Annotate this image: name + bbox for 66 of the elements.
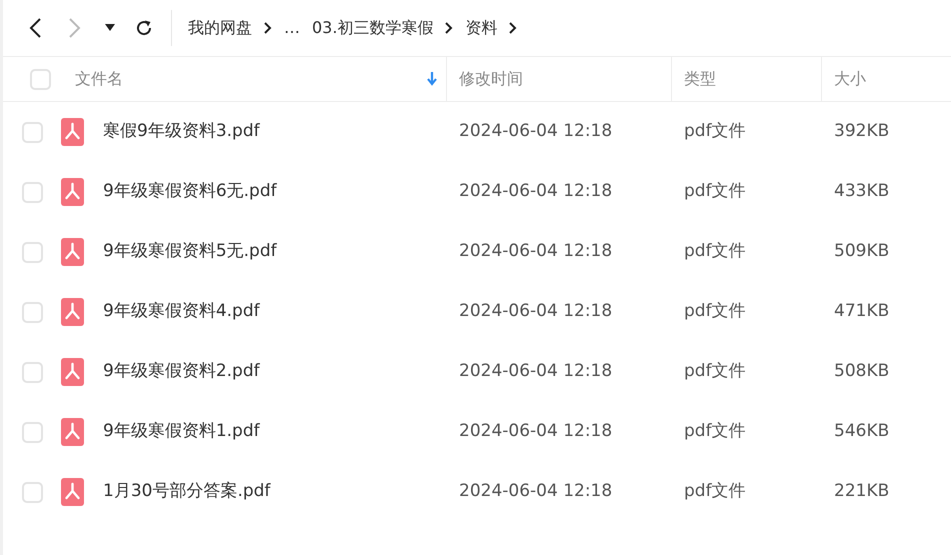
pdf-file-icon <box>61 418 84 446</box>
pdf-file-icon <box>61 298 84 326</box>
pdf-file-icon <box>61 238 84 266</box>
checkbox[interactable] <box>22 302 43 322</box>
refresh-icon[interactable] <box>135 19 153 37</box>
file-name[interactable]: 9年级寒假资料1.pdf <box>103 419 260 445</box>
breadcrumb-item[interactable]: … <box>284 16 300 40</box>
file-name[interactable]: 9年级寒假资料2.pdf <box>103 359 260 385</box>
chevron-right-icon <box>445 22 454 34</box>
file-name[interactable]: 9年级寒假资料6无.pdf <box>103 179 277 205</box>
checkbox[interactable] <box>22 122 43 142</box>
pdf-file-icon <box>61 358 84 386</box>
file-row[interactable]: 9年级寒假资料6无.pdf 2024-06-04 12:18 pdf文件 433KB <box>3 162 951 222</box>
file-size: 392KB <box>833 120 890 144</box>
breadcrumb-item[interactable]: 03.初三数学寒假 <box>312 16 434 40</box>
file-size: 546KB <box>833 420 890 444</box>
modified-time: 2024-06-04 12:18 <box>458 360 614 384</box>
chevron-right-icon <box>509 22 518 34</box>
file-type: pdf文件 <box>683 180 747 204</box>
file-row[interactable]: 9年级寒假资料4.pdf 2024-06-04 12:18 pdf文件 471KB <box>3 282 951 342</box>
modified-time: 2024-06-04 12:18 <box>458 300 614 324</box>
column-header[interactable]: 类型 <box>684 67 716 91</box>
sort-arrow-icon[interactable] <box>426 71 438 87</box>
checkbox[interactable] <box>22 242 43 262</box>
file-size: 508KB <box>833 360 890 384</box>
pdf-file-icon <box>61 178 84 206</box>
pdf-file-icon <box>61 118 84 146</box>
checkbox[interactable] <box>30 68 51 90</box>
file-name[interactable]: 1月30号部分答案.pdf <box>103 479 270 505</box>
file-type: pdf文件 <box>683 240 747 264</box>
file-row[interactable]: 1月30号部分答案.pdf 2024-06-04 12:18 pdf文件 221KB <box>3 462 951 522</box>
file-type: pdf文件 <box>683 360 747 384</box>
file-name[interactable]: 9年级寒假资料5无.pdf <box>103 239 277 265</box>
file-size: 433KB <box>833 180 890 204</box>
modified-time: 2024-06-04 12:18 <box>458 480 614 504</box>
breadcrumb-item[interactable]: 我的网盘 <box>188 16 252 40</box>
file-row[interactable]: 寒假9年级资料3.pdf 2024-06-04 12:18 pdf文件 392KB <box>3 102 951 162</box>
file-size: 221KB <box>833 480 890 504</box>
column-header[interactable]: 大小 <box>834 67 866 91</box>
checkbox[interactable] <box>22 182 43 202</box>
file-type: pdf文件 <box>683 420 747 444</box>
column-header[interactable]: 修改时间 <box>459 67 523 91</box>
file-type: pdf文件 <box>683 480 747 504</box>
file-row[interactable]: 9年级寒假资料1.pdf 2024-06-04 12:18 pdf文件 546KB <box>3 402 951 462</box>
back-icon[interactable] <box>29 17 43 39</box>
breadcrumb-item[interactable]: 资料 <box>465 16 498 40</box>
modified-time: 2024-06-04 12:18 <box>458 240 614 264</box>
checkbox[interactable] <box>22 422 43 442</box>
pdf-file-icon <box>61 478 84 506</box>
column-header[interactable]: 文件名 <box>75 67 426 91</box>
file-name[interactable]: 9年级寒假资料4.pdf <box>103 299 260 325</box>
checkbox[interactable] <box>22 362 43 382</box>
forward-icon[interactable] <box>67 17 81 39</box>
file-name[interactable]: 寒假9年级资料3.pdf <box>103 119 260 145</box>
file-type: pdf文件 <box>683 300 747 324</box>
file-type: pdf文件 <box>683 120 747 144</box>
file-size: 509KB <box>833 240 890 264</box>
file-row[interactable]: 9年级寒假资料5无.pdf 2024-06-04 12:18 pdf文件 509KB <box>3 222 951 282</box>
chevron-right-icon <box>264 22 272 34</box>
modified-time: 2024-06-04 12:18 <box>458 420 614 444</box>
modified-time: 2024-06-04 12:18 <box>458 180 614 204</box>
dropdown-icon[interactable] <box>105 24 115 32</box>
modified-time: 2024-06-04 12:18 <box>458 120 614 144</box>
checkbox[interactable] <box>22 482 43 502</box>
file-row[interactable]: 9年级寒假资料2.pdf 2024-06-04 12:18 pdf文件 508KB <box>3 342 951 402</box>
file-size: 471KB <box>833 300 890 324</box>
